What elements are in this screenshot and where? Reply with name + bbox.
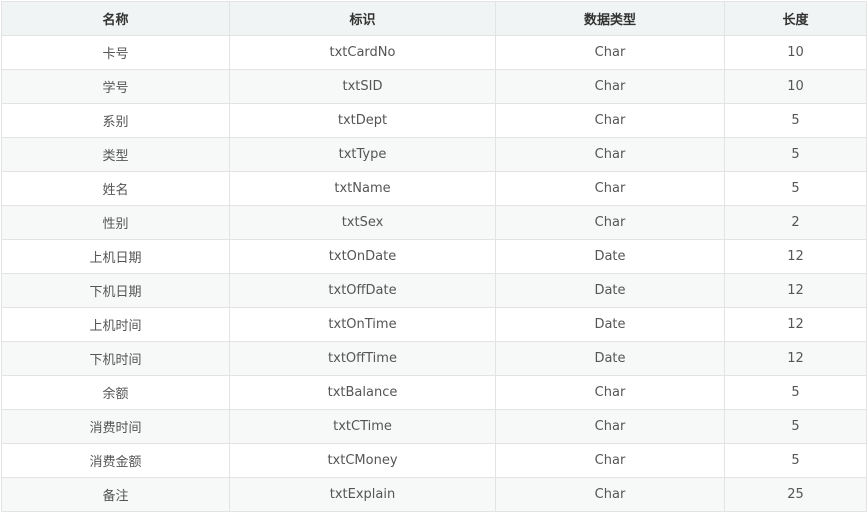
cell-data-type: Date	[495, 307, 725, 342]
cell-name: 下机日期	[1, 273, 230, 308]
column-header-identifier: 标识	[229, 1, 496, 36]
cell-name: 余额	[1, 375, 230, 410]
cell-name: 上机时间	[1, 307, 230, 342]
field-definition-table: 名称 标识 数据类型 长度 卡号 txtCardNo Char 10 学号 txtSID C…	[1, 1, 867, 512]
table-row: 下机时间 txtOffTime Date 12	[1, 341, 867, 376]
table-row: 消费时间 txtCTime Char 5	[1, 409, 867, 444]
cell-length: 12	[724, 239, 867, 274]
table-row: 下机日期 txtOffDate Date 12	[1, 273, 867, 308]
cell-name: 卡号	[1, 35, 230, 70]
cell-length: 25	[724, 477, 867, 512]
cell-data-type: Char	[495, 35, 725, 70]
cell-length: 12	[724, 273, 867, 308]
cell-data-type: Char	[495, 375, 725, 410]
cell-data-type: Char	[495, 103, 725, 138]
cell-length: 2	[724, 205, 867, 240]
cell-identifier: txtSID	[229, 69, 496, 104]
cell-length: 5	[724, 375, 867, 410]
cell-name: 学号	[1, 69, 230, 104]
table-row: 余额 txtBalance Char 5	[1, 375, 867, 410]
cell-data-type: Char	[495, 171, 725, 206]
cell-length: 12	[724, 307, 867, 342]
field-table-container: 名称 标识 数据类型 长度 卡号 txtCardNo Char 10 学号 txtSID C…	[1, 1, 867, 513]
column-header-length: 长度	[724, 1, 867, 36]
cell-name: 备注	[1, 477, 230, 512]
cell-identifier: txtCTime	[229, 409, 496, 444]
table-row: 学号 txtSID Char 10	[1, 69, 867, 104]
table-row: 消费金额 txtCMoney Char 5	[1, 443, 867, 478]
cell-length: 5	[724, 103, 867, 138]
cell-identifier: txtExplain	[229, 477, 496, 512]
table-row: 备注 txtExplain Char 25	[1, 477, 867, 512]
cell-name: 性别	[1, 205, 230, 240]
table-row: 类型 txtType Char 5	[1, 137, 867, 172]
cell-name: 姓名	[1, 171, 230, 206]
cell-length: 10	[724, 35, 867, 70]
cell-length: 5	[724, 171, 867, 206]
column-header-data-type: 数据类型	[495, 1, 725, 36]
header-row: 名称 标识 数据类型 长度	[1, 1, 867, 36]
cell-length: 5	[724, 443, 867, 478]
cell-identifier: txtName	[229, 171, 496, 206]
table-row: 系别 txtDept Char 5	[1, 103, 867, 138]
cell-identifier: txtOnDate	[229, 239, 496, 274]
cell-identifier: txtSex	[229, 205, 496, 240]
cell-name: 上机日期	[1, 239, 230, 274]
cell-identifier: txtDept	[229, 103, 496, 138]
cell-name: 类型	[1, 137, 230, 172]
cell-data-type: Char	[495, 443, 725, 478]
cell-name: 下机时间	[1, 341, 230, 376]
table-row: 姓名 txtName Char 5	[1, 171, 867, 206]
cell-data-type: Date	[495, 239, 725, 274]
cell-identifier: txtOnTime	[229, 307, 496, 342]
table-row: 卡号 txtCardNo Char 10	[1, 35, 867, 70]
cell-identifier: txtBalance	[229, 375, 496, 410]
table-row: 上机日期 txtOnDate Date 12	[1, 239, 867, 274]
cell-identifier: txtCardNo	[229, 35, 496, 70]
cell-identifier: txtType	[229, 137, 496, 172]
cell-data-type: Date	[495, 273, 725, 308]
table-body: 卡号 txtCardNo Char 10 学号 txtSID Char 10 系别 txtDept…	[1, 35, 867, 512]
table-row: 上机时间 txtOnTime Date 12	[1, 307, 867, 342]
cell-length: 5	[724, 409, 867, 444]
cell-identifier: txtOffDate	[229, 273, 496, 308]
cell-data-type: Char	[495, 205, 725, 240]
cell-data-type: Date	[495, 341, 725, 376]
cell-name: 消费金额	[1, 443, 230, 478]
table-row: 性别 txtSex Char 2	[1, 205, 867, 240]
cell-data-type: Char	[495, 137, 725, 172]
cell-data-type: Char	[495, 69, 725, 104]
table-header: 名称 标识 数据类型 长度	[1, 1, 867, 36]
cell-length: 10	[724, 69, 867, 104]
cell-data-type: Char	[495, 477, 725, 512]
cell-data-type: Char	[495, 409, 725, 444]
cell-name: 消费时间	[1, 409, 230, 444]
cell-name: 系别	[1, 103, 230, 138]
cell-identifier: txtCMoney	[229, 443, 496, 478]
cell-length: 12	[724, 341, 867, 376]
cell-identifier: txtOffTime	[229, 341, 496, 376]
column-header-name: 名称	[1, 1, 230, 36]
cell-length: 5	[724, 137, 867, 172]
